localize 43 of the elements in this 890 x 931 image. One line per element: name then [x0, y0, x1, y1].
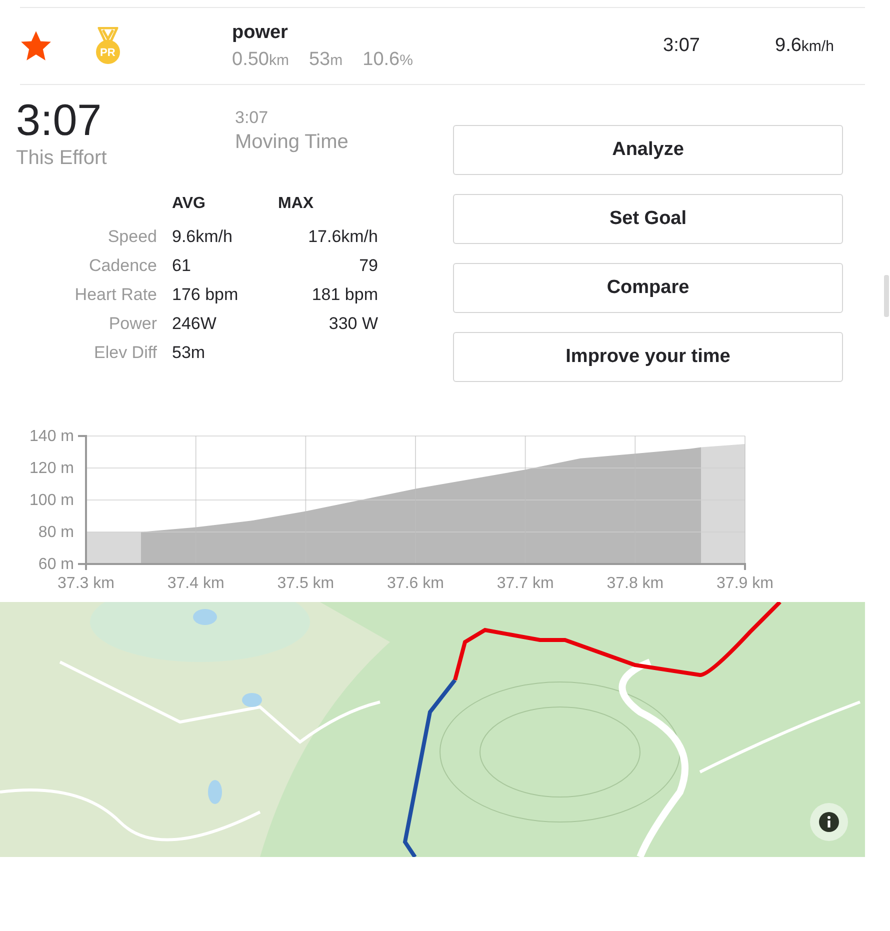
stat-value: 17.6km/h	[307, 227, 378, 247]
x-tick-label: 37.4 km	[167, 575, 224, 592]
x-tick-label: 37.7 km	[496, 575, 554, 592]
effort-time: 3:07	[16, 97, 103, 145]
stat-value: 79	[358, 256, 378, 276]
y-tick-label: 60 m	[38, 556, 74, 573]
effort-label: This Effort	[16, 147, 108, 170]
stat-value: 176 bpm	[172, 285, 240, 305]
x-tick-label: 37.6 km	[387, 575, 444, 592]
segment-elevation: 53m	[308, 48, 343, 70]
x-tick-label: 37.3 km	[58, 575, 114, 592]
stat-value: 181 bpm	[310, 285, 378, 305]
stat-value: 330 W	[328, 314, 378, 334]
x-tick-label: 37.5 km	[277, 575, 334, 592]
stat-label: Elev Diff	[93, 343, 158, 363]
segment-speed: 9.6km/h	[775, 35, 835, 57]
action-button[interactable]: Analyze	[453, 125, 843, 175]
segment-name: power	[232, 22, 289, 44]
column-header: MAX	[278, 195, 315, 213]
y-tick-label: 100 m	[30, 492, 74, 509]
y-tick-label: 120 m	[30, 460, 74, 477]
x-tick-label: 37.8 km	[606, 575, 664, 592]
action-button[interactable]: Set Goal	[453, 194, 843, 244]
segment-distance: 0.50km	[232, 48, 289, 70]
stat-label: Heart Rate	[74, 285, 158, 305]
y-tick-label: 80 m	[38, 524, 74, 541]
y-tick-label: 140 m	[30, 428, 74, 445]
column-header: AVG	[172, 195, 206, 213]
segment-grade: 10.6%	[362, 48, 413, 70]
stat-label: Speed	[106, 227, 158, 247]
stat-label: Power	[108, 314, 158, 334]
action-button[interactable]: Compare	[453, 263, 843, 313]
x-tick-label: 37.9 km	[716, 575, 774, 592]
stat-value: 53m	[172, 343, 206, 363]
action-button[interactable]: Improve your time	[453, 332, 843, 382]
segment-time: 3:07	[663, 35, 701, 57]
stat-label: Cadence	[88, 256, 158, 276]
stat-value: 246W	[172, 314, 218, 334]
stat-value: 9.6km/h	[172, 227, 234, 247]
moving-time: 3:07	[235, 107, 270, 129]
medal-label: PR	[100, 47, 116, 59]
moving-time-label: Moving Time	[235, 131, 348, 154]
stat-value: 61	[172, 256, 192, 276]
